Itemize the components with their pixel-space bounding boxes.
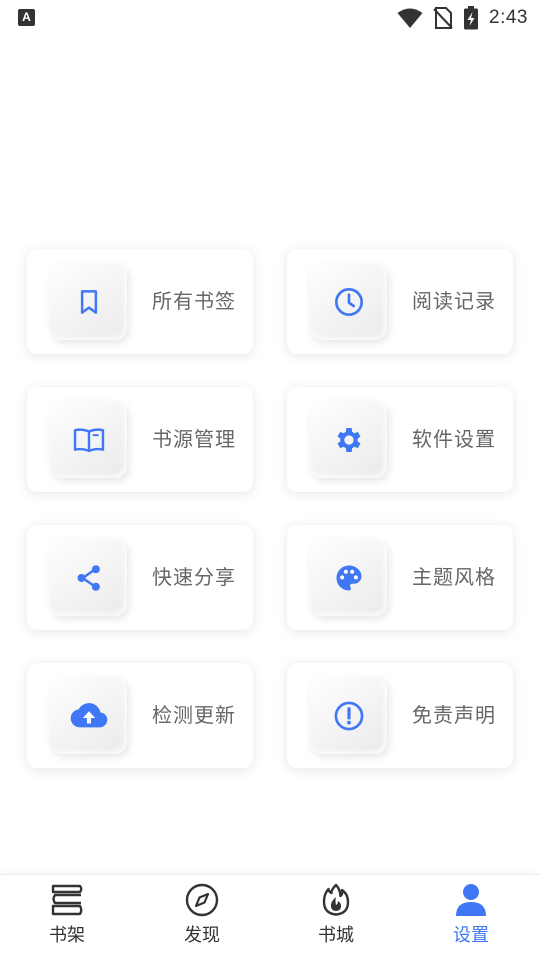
book-open-icon — [73, 427, 104, 452]
software-settings-card[interactable]: 软件设置 — [287, 387, 513, 492]
reading-history-card[interactable]: 阅读记录 — [287, 249, 513, 354]
nav-bookshelf[interactable]: 书架 — [17, 883, 117, 957]
card-label: 检测更新 — [152, 703, 236, 727]
card-label: 软件设置 — [412, 427, 496, 451]
nav-settings[interactable]: 设置 — [421, 883, 521, 957]
card-label: 阅读记录 — [412, 289, 496, 313]
disclaimer-card[interactable]: 免责声明 — [287, 663, 513, 768]
bookmark-icon — [80, 289, 97, 314]
battery-charging-icon — [464, 6, 479, 30]
nav-discover[interactable]: 发现 — [152, 883, 252, 957]
cloud-upload-icon — [70, 702, 107, 727]
wifi-icon — [397, 8, 423, 28]
icon-tile — [50, 263, 127, 340]
card-label: 所有书签 — [152, 289, 236, 313]
nav-label: 发现 — [184, 925, 220, 946]
nav-label: 书城 — [318, 925, 354, 946]
nav-bookstore[interactable]: 书城 — [286, 883, 386, 957]
card-label: 快速分享 — [152, 565, 236, 589]
icon-tile — [50, 677, 127, 754]
nav-label: 书架 — [49, 925, 85, 946]
card-label: 主题风格 — [412, 565, 496, 589]
card-label: 书源管理 — [152, 427, 236, 451]
all-bookmarks-card[interactable]: 所有书签 — [27, 249, 253, 354]
nav-label: 设置 — [453, 925, 489, 946]
alert-circle-icon — [334, 701, 363, 730]
quick-share-card[interactable]: 快速分享 — [27, 525, 253, 630]
a-icon: A — [18, 9, 35, 26]
theme-style-card[interactable]: 主题风格 — [287, 525, 513, 630]
icon-tile — [310, 539, 387, 616]
palette-icon — [336, 565, 361, 590]
person-icon — [456, 884, 486, 916]
clock-icon — [334, 287, 363, 316]
icon-tile — [310, 677, 387, 754]
icon-tile — [50, 539, 127, 616]
check-update-card[interactable]: 检测更新 — [27, 663, 253, 768]
flame-icon — [322, 883, 350, 916]
card-label: 免责声明 — [412, 703, 496, 727]
bookshelf-icon — [51, 884, 83, 916]
status-time: 2:43 — [489, 7, 528, 28]
compass-icon — [185, 883, 219, 917]
book-source-card[interactable]: 书源管理 — [27, 387, 253, 492]
status-bar: A 2:43 — [0, 0, 540, 36]
icon-tile — [50, 401, 127, 478]
icon-tile — [310, 401, 387, 478]
no-sim-icon — [433, 7, 453, 29]
gear-icon — [337, 427, 360, 452]
icon-tile — [310, 263, 387, 340]
share-icon — [77, 564, 100, 591]
status-icons: 2:43 — [397, 5, 528, 31]
bottom-nav: 书架 发现 书城 设置 — [0, 874, 540, 960]
